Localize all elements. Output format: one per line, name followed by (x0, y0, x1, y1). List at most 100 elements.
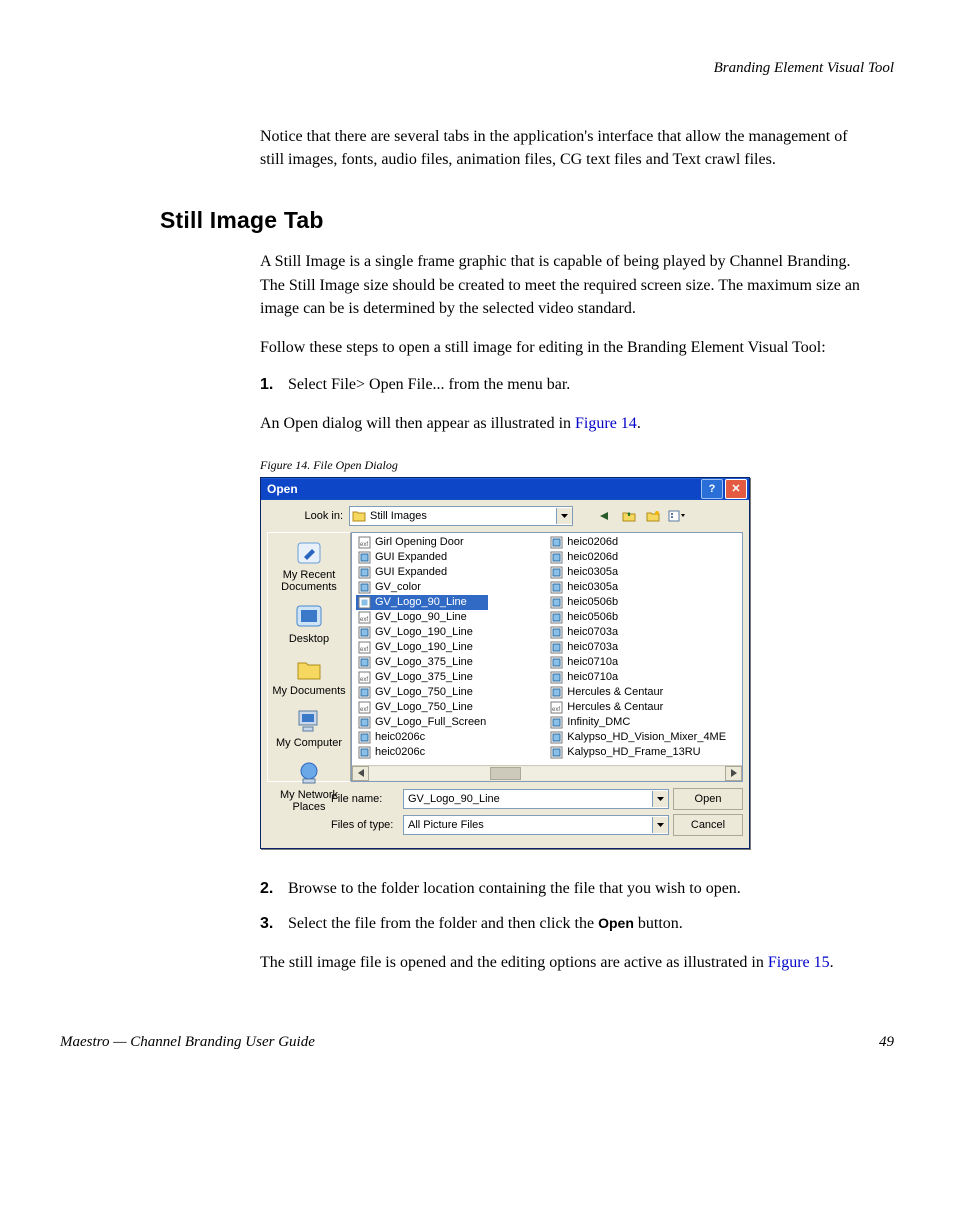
file-item[interactable]: exfGV_Logo_90_Line (356, 610, 488, 625)
image-file-icon (358, 686, 371, 699)
image-file-icon (550, 656, 563, 669)
file-item[interactable]: Infinity_DMC (548, 715, 728, 730)
file-item-label: heic0710a (567, 656, 618, 668)
svg-text:exf: exf (360, 542, 368, 548)
figure-15-link[interactable]: Figure 15 (768, 954, 830, 971)
svg-text:exf: exf (360, 647, 368, 653)
file-item[interactable]: heic0206d (548, 535, 728, 550)
file-item[interactable]: Hercules & Centaur (548, 685, 728, 700)
file-item-label: heic0703a (567, 641, 618, 653)
file-item[interactable]: heic0710a (548, 655, 728, 670)
closing-paragraph: The still image file is opened and the e… (260, 951, 874, 974)
file-item-label: GV_Logo_190_Line (375, 641, 473, 653)
file-item-label: heic0206d (567, 536, 618, 548)
up-one-level-button[interactable] (619, 506, 639, 526)
image-file-icon (550, 671, 563, 684)
image-file-icon (358, 551, 371, 564)
file-item[interactable]: GV_Logo_Full_Screen (356, 715, 488, 730)
exf-file-icon: exf (550, 701, 563, 714)
place-recent-documents[interactable]: My RecentDocuments (268, 537, 350, 593)
image-file-icon (550, 716, 563, 729)
file-item[interactable]: heic0506b (548, 595, 728, 610)
file-item[interactable]: heic0305a (548, 580, 728, 595)
file-item[interactable]: Kalypso_HD_Vision_Mixer_4ME (548, 730, 728, 745)
closing-suffix: . (830, 954, 834, 971)
file-item[interactable]: GUI Expanded (356, 550, 488, 565)
chevron-down-icon[interactable] (652, 817, 668, 833)
file-item[interactable]: GV_Logo_750_Line (356, 685, 488, 700)
horizontal-scrollbar[interactable] (352, 765, 742, 781)
scroll-thumb[interactable] (490, 767, 520, 780)
file-item[interactable]: heic0206c (356, 730, 488, 745)
file-item[interactable]: GV_color (356, 580, 488, 595)
file-item[interactable]: heic0710a (548, 670, 728, 685)
place-my-documents[interactable]: My Documents (268, 653, 350, 697)
file-item[interactable]: heic0305a (548, 565, 728, 580)
file-name-label: File name: (331, 793, 399, 805)
look-in-combobox[interactable]: Still Images (349, 506, 573, 526)
scroll-left-button[interactable] (352, 766, 369, 781)
file-item[interactable]: exfGV_Logo_375_Line (356, 670, 488, 685)
file-item[interactable]: Kalypso_HD_Frame_13RU (548, 745, 728, 760)
dialog-close-button[interactable]: ✕ (725, 479, 747, 499)
place-label: Desktop (268, 633, 350, 645)
file-type-label: Files of type: (331, 819, 399, 831)
file-item[interactable]: heic0206d (548, 550, 728, 565)
file-name-row: File name: GV_Logo_90_Line Open (331, 788, 743, 810)
dialog-help-button[interactable]: ? (701, 479, 723, 499)
file-item[interactable]: exf Girl Opening Door (356, 535, 488, 550)
chevron-down-icon[interactable] (652, 791, 668, 807)
file-item[interactable]: heic0703a (548, 640, 728, 655)
file-item-label: heic0206c (375, 746, 425, 758)
view-menu-icon (668, 510, 686, 522)
dialog-title: Open (267, 482, 701, 496)
file-item[interactable]: GV_Logo_90_Line (356, 595, 488, 610)
file-item[interactable]: heic0703a (548, 625, 728, 640)
my-computer-icon (268, 705, 350, 737)
file-type-select[interactable]: All Picture Files (403, 815, 669, 835)
file-item-label: Hercules & Centaur (567, 701, 663, 713)
open-button[interactable]: Open (673, 788, 743, 810)
back-button[interactable] (595, 506, 615, 526)
file-item-label: Girl Opening Door (375, 536, 464, 548)
file-item[interactable]: exf Hercules & Centaur (548, 700, 728, 715)
step-2: 2. Browse to the folder location contain… (260, 877, 874, 900)
image-file-icon (550, 731, 563, 744)
step-3: 3. Select the file from the folder and t… (260, 912, 874, 935)
file-item[interactable]: exfGV_Logo_750_Line (356, 700, 488, 715)
file-item[interactable]: GV_Logo_375_Line (356, 655, 488, 670)
file-column-2: heic0206dheic0206dheic0305aheic0305aheic… (548, 535, 728, 763)
file-item[interactable]: GUI Expanded (356, 565, 488, 580)
file-item[interactable]: heic0506b (548, 610, 728, 625)
image-file-icon (358, 746, 371, 759)
network-places-icon (268, 757, 350, 789)
dialog-bottom-rows: File name: GV_Logo_90_Line Open Files of… (267, 788, 743, 840)
file-item[interactable]: heic0206c (356, 745, 488, 760)
file-name-input[interactable]: GV_Logo_90_Line (403, 789, 669, 809)
place-my-computer[interactable]: My Computer (268, 705, 350, 749)
place-desktop[interactable]: Desktop (268, 601, 350, 645)
file-item-label: GV_color (375, 581, 421, 593)
file-item[interactable]: exf GV_Logo_190_Line (356, 640, 488, 655)
file-name-value: GV_Logo_90_Line (408, 793, 500, 805)
recent-documents-icon (268, 537, 350, 569)
scroll-right-button[interactable] (725, 766, 742, 781)
file-type-row: Files of type: All Picture Files Cancel (331, 814, 743, 836)
my-documents-icon (268, 653, 350, 685)
running-head: Branding Element Visual Tool (60, 60, 894, 77)
desktop-icon (268, 601, 350, 633)
image-file-icon (358, 581, 371, 594)
close-icon: ✕ (731, 482, 740, 495)
closing-prefix: The still image file is opened and the e… (260, 954, 768, 971)
paragraph-3-suffix: . (637, 415, 641, 432)
chevron-down-icon[interactable] (556, 508, 572, 524)
cancel-button[interactable]: Cancel (673, 814, 743, 836)
new-folder-button[interactable] (643, 506, 663, 526)
scroll-track[interactable] (369, 767, 725, 780)
file-item[interactable]: GV_Logo_190_Line (356, 625, 488, 640)
file-item-label: GUI Expanded (375, 551, 447, 563)
view-menu-button[interactable] (667, 506, 687, 526)
figure-14-link[interactable]: Figure 14 (575, 415, 637, 432)
place-label: My Documents (268, 685, 350, 697)
image-file-icon (358, 731, 371, 744)
